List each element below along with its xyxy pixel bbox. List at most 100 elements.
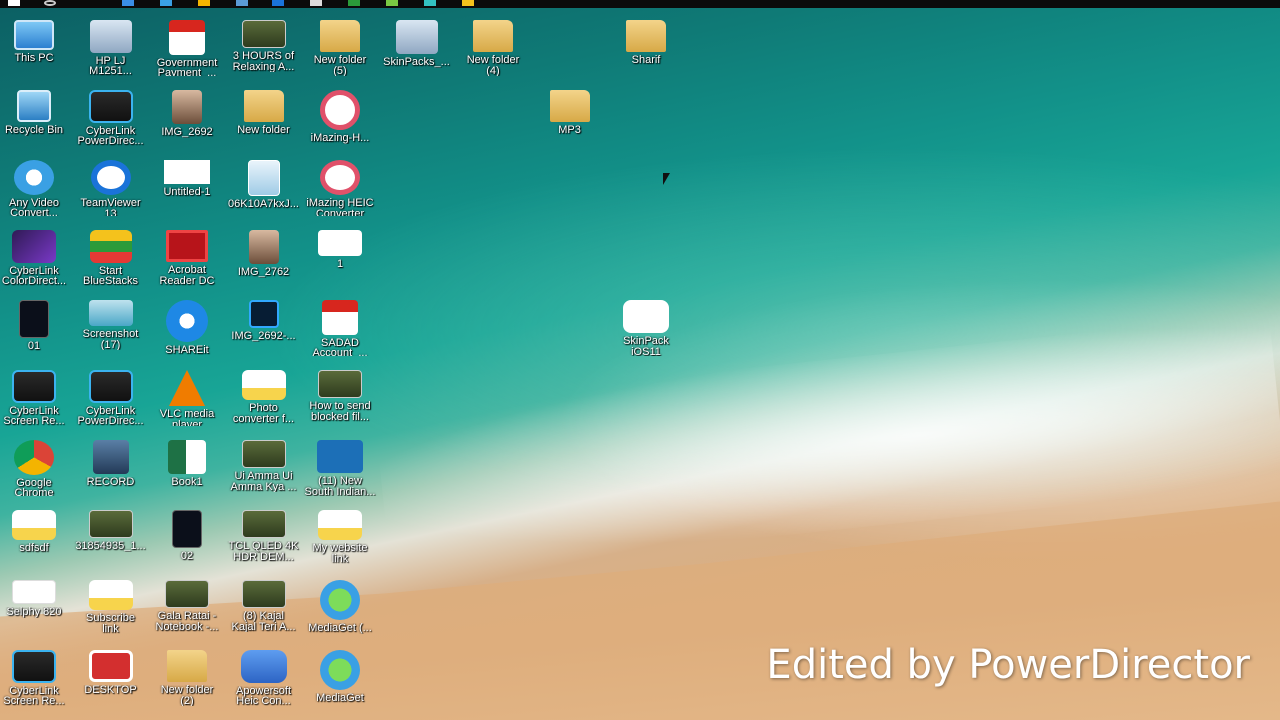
desktop-icon[interactable]: CyberLink PowerDirec... [73, 356, 149, 426]
desktop-icon[interactable]: 1 [302, 216, 378, 286]
notes-icon [318, 510, 362, 540]
desktop-icon[interactable]: Government Payment_... [149, 6, 225, 76]
desktop-icon-label: Selphy 820 [6, 607, 62, 618]
desktop-icon-label: CyberLink Screen Re... [3, 405, 65, 426]
blank-file-icon [164, 160, 210, 184]
desktop-icon-label: (11) New South Indian... [304, 476, 376, 496]
desktop-icon[interactable]: Sharif [608, 6, 684, 76]
desktop-icon[interactable]: How to send blocked fil... [302, 356, 378, 426]
desktop-icon[interactable]: Ui Amma Ui Amma Kya ... [226, 426, 302, 496]
pdf-icon [322, 300, 358, 335]
pc-icon [14, 20, 54, 50]
cyberlink-icon [12, 370, 56, 403]
desktop-icon-label: This PC [14, 53, 54, 64]
desktop-icon[interactable]: DESKTOP [73, 636, 149, 706]
photo-icon [248, 230, 279, 264]
desktop-icon[interactable]: CyberLink Screen Re... [0, 636, 72, 706]
desktop-icon[interactable]: SHAREit [149, 286, 225, 356]
desktop-icon[interactable]: This PC [0, 6, 72, 76]
desktop-icon[interactable]: My website link [302, 496, 378, 566]
desktop-icon[interactable]: SADAD Account_... [302, 286, 378, 356]
vlc-icon [169, 370, 205, 406]
desktop-icon[interactable]: Any Video Convert... [0, 146, 72, 216]
desktop-icon-label: 31854935_1... [75, 541, 146, 552]
desktop-icon-label: sdfsdf [19, 543, 49, 554]
desktop-icon[interactable]: Screenshot (17) [73, 286, 149, 356]
desktop-icon[interactable]: Acrobat Reader DC [149, 216, 225, 286]
desktop-icon[interactable]: SkinPacks_... [379, 6, 455, 76]
desktop-icon[interactable]: New folder (4) [455, 6, 531, 76]
desktop-icon-label: New folder [237, 125, 290, 136]
desktop-icon[interactable]: MediaGet [302, 636, 378, 706]
cyberlink-icon [88, 370, 133, 403]
desktop-icon[interactable]: sdfsdf [0, 496, 72, 566]
desktop-icon[interactable]: Recycle Bin [0, 76, 72, 146]
desktop-icon[interactable]: IMG_2692-... [226, 286, 302, 356]
notes-icon [12, 510, 56, 540]
desktop-icon[interactable]: Selphy 820 [0, 566, 72, 636]
mkv-icon [317, 440, 363, 474]
desktop-icon[interactable]: Photo converter f... [226, 356, 302, 426]
desktop-icon-label: Sharif [631, 55, 661, 66]
desktop-icon[interactable]: CyberLink ColorDirect... [0, 216, 72, 286]
desktop-icon[interactable]: 31854935_1... [73, 496, 149, 566]
desktop-icon-label: 06K10A7kxJ... [228, 199, 299, 210]
desktop-icon[interactable]: 02 [149, 496, 225, 566]
desktop-icon[interactable]: CyberLink Screen Re... [0, 356, 72, 426]
desktop-icon[interactable]: Google Chrome [0, 426, 72, 496]
shareit-icon [166, 300, 208, 342]
desktop-icon-label: (8) Kajal Kajal Teri A... [231, 611, 296, 632]
desktop-icon[interactable]: New folder (5) [302, 6, 378, 76]
desktop-icon[interactable]: (8) Kajal Kajal Teri A... [226, 566, 302, 636]
desktop-icon[interactable]: iMazing-H... [302, 76, 378, 146]
desktop-icon[interactable]: CyberLink PowerDirec... [73, 76, 149, 146]
desktop-icon-label: VLC media player [159, 409, 215, 426]
desktop-icon[interactable]: 01 [0, 286, 72, 356]
folder-icon [320, 20, 360, 52]
desktop-icon[interactable]: (11) New South Indian... [302, 426, 378, 496]
desktop-icon-label: New folder (2) [160, 685, 214, 706]
cyberlink-icon [88, 90, 133, 123]
desktop-icon-label: Gala Ratai - Notebook -... [155, 611, 219, 632]
power-icon [88, 650, 133, 682]
pdf-icon [169, 20, 205, 55]
desktop-icon-label: iMazing HEIC Converter [306, 198, 374, 216]
desktop-icon[interactable]: MP3 [532, 76, 608, 146]
desktop-icon-label: MP3 [558, 125, 581, 136]
desktop-icon-label: How to send blocked fil... [309, 401, 371, 422]
desktop-icon[interactable]: 3 HOURS of Relaxing A... [226, 6, 302, 76]
desktop-icon-label: Google Chrome [14, 477, 54, 496]
image-file-icon [247, 160, 280, 196]
desktop-icon[interactable]: iMazing HEIC Converter [302, 146, 378, 216]
desktop-icon[interactable]: 06K10A7kxJ... [226, 146, 302, 216]
desktop-icon-label: IMG_2762 [237, 267, 290, 278]
desktop-icon-label: MediaGet (... [308, 623, 372, 634]
desktop-icon[interactable]: Gala Ratai - Notebook -... [149, 566, 225, 636]
desktop-icon[interactable]: Book1 [149, 426, 225, 496]
heic-icon [320, 160, 360, 196]
desktop-icon[interactable]: HP LJ M1251... [73, 6, 149, 76]
desktop-icon[interactable]: TCL QLED 4K HDR DEM... [226, 496, 302, 566]
desktop-icon[interactable]: VLC media player [149, 356, 225, 426]
desktop-icon-label: Book1 [171, 477, 203, 488]
desktop-icon[interactable]: RECORD [73, 426, 149, 496]
video-icon [88, 510, 133, 538]
desktop-icon[interactable]: Start BlueStacks [73, 216, 149, 286]
desktop-icon[interactable]: Apowersoft Heic Con... [226, 636, 302, 706]
desktop-icon[interactable]: MediaGet (... [302, 566, 378, 636]
desktop-icon[interactable]: SkinPack iOS11 [608, 286, 684, 356]
recycle-bin-icon [17, 90, 51, 122]
desktop-icon-label: HP LJ M1251... [89, 55, 132, 76]
desktop-icon-label: DESKTOP [84, 685, 137, 696]
desktop-icon[interactable]: Untitled-1 [149, 146, 225, 216]
desktop-icon[interactable]: IMG_2692 [149, 76, 225, 146]
desktop-icon[interactable]: Subscribe link [73, 566, 149, 636]
photo-icon [172, 90, 202, 124]
bluestacks-icon [89, 230, 132, 263]
desktop-icon[interactable]: New folder [226, 76, 302, 146]
notes-icon [88, 580, 133, 610]
desktop-icon[interactable]: TeamViewer 13 [73, 146, 149, 216]
desktop-icon[interactable]: New folder (2) [149, 636, 225, 706]
desktop-icon[interactable]: IMG_2762 [226, 216, 302, 286]
desktop-icon-label: Subscribe link [86, 613, 135, 634]
